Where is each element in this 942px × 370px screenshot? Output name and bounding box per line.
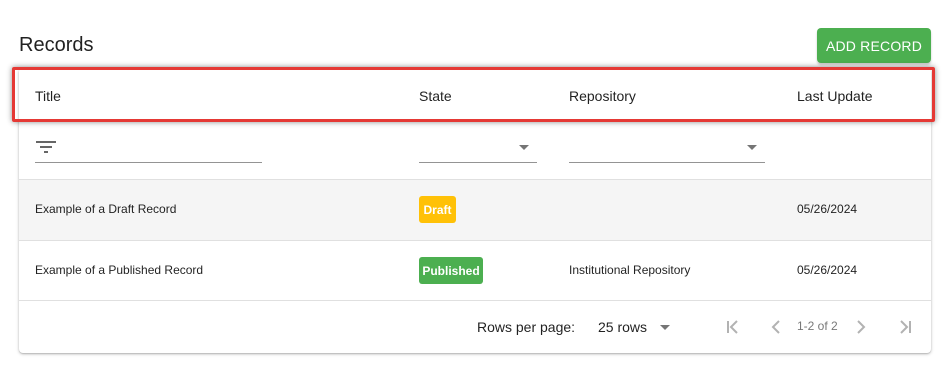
add-record-button[interactable]: ADD RECORD xyxy=(817,28,931,63)
chevron-left-icon[interactable] xyxy=(766,317,786,337)
pagination-range: 1-2 of 2 xyxy=(797,319,838,333)
column-header-repository[interactable]: Repository xyxy=(569,88,636,104)
rows-dropdown-arrow-icon[interactable] xyxy=(660,325,670,330)
status-badge: Published xyxy=(419,257,483,284)
last-page-icon[interactable] xyxy=(895,317,915,337)
repository-filter-select[interactable] xyxy=(569,162,765,163)
first-page-icon[interactable] xyxy=(723,317,743,337)
row-title: Example of a Published Record xyxy=(35,263,204,277)
rows-per-page-label: Rows per page: xyxy=(477,319,576,335)
status-badge: Draft xyxy=(419,196,456,223)
row-last-update: 05/26/2024 xyxy=(797,202,858,216)
column-header-state[interactable]: State xyxy=(419,88,452,104)
row-divider xyxy=(19,300,931,301)
page-title: Records xyxy=(19,34,94,56)
column-header-last-update[interactable]: Last Update xyxy=(797,88,873,104)
column-header-title[interactable]: Title xyxy=(35,88,61,104)
row-title: Example of a Draft Record xyxy=(35,202,177,216)
state-filter-select[interactable] xyxy=(419,162,537,163)
title-filter-input[interactable] xyxy=(35,162,262,163)
row-last-update: 05/26/2024 xyxy=(797,263,858,277)
rows-per-page-select[interactable]: 25 rows xyxy=(598,319,647,335)
repository-dropdown-arrow-icon[interactable] xyxy=(747,145,757,150)
row-repository: Institutional Repository xyxy=(569,263,691,277)
chevron-right-icon[interactable] xyxy=(851,317,871,337)
row-divider xyxy=(19,240,931,241)
filter-list-icon xyxy=(36,141,56,153)
state-dropdown-arrow-icon[interactable] xyxy=(519,145,529,150)
